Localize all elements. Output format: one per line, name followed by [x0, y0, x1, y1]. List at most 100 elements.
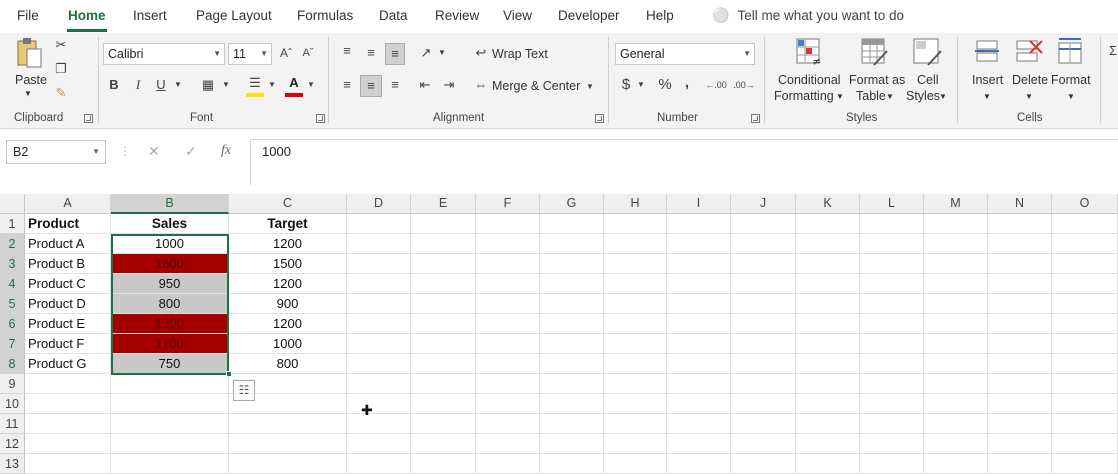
cell-j10[interactable]	[731, 394, 796, 414]
cell-i10[interactable]	[667, 394, 731, 414]
cell-k10[interactable]	[796, 394, 860, 414]
cell-o1[interactable]	[1052, 214, 1118, 234]
cell-b7[interactable]: 1100	[111, 334, 229, 354]
paste-dropdown-icon[interactable]: ▼	[24, 89, 32, 98]
column-header-g[interactable]: G	[540, 194, 604, 214]
cell-b10[interactable]	[111, 394, 229, 414]
column-header-a[interactable]: A	[25, 194, 111, 214]
cell-i5[interactable]	[667, 294, 731, 314]
clipboard-launcher-icon[interactable]	[84, 114, 93, 123]
cell-k12[interactable]	[796, 434, 860, 454]
cell-c3[interactable]: 1500	[229, 254, 347, 274]
cell-n3[interactable]	[988, 254, 1052, 274]
align-bottom-icon[interactable]: ≡	[385, 43, 405, 65]
cell-a5[interactable]: Product D	[25, 294, 111, 314]
cell-e11[interactable]	[411, 414, 476, 434]
row-header-11[interactable]: 11	[0, 414, 25, 434]
decrease-decimal-button[interactable]: .00→	[733, 75, 755, 95]
number-format-select[interactable]: General ▼	[615, 43, 755, 65]
cell-n9[interactable]	[988, 374, 1052, 394]
cell-g1[interactable]	[540, 214, 604, 234]
cell-a4[interactable]: Product C	[25, 274, 111, 294]
font-launcher-icon[interactable]	[316, 114, 325, 123]
cell-h13[interactable]	[604, 454, 667, 474]
cell-n6[interactable]	[988, 314, 1052, 334]
cell-i1[interactable]	[667, 214, 731, 234]
cell-m7[interactable]	[924, 334, 988, 354]
chevron-down-icon[interactable]: ▼	[836, 92, 844, 101]
column-header-l[interactable]: L	[860, 194, 924, 214]
cell-d8[interactable]	[347, 354, 411, 374]
cell-a11[interactable]	[25, 414, 111, 434]
menu-insert[interactable]: Insert	[133, 8, 167, 23]
currency-button[interactable]: $	[618, 75, 634, 95]
formula-input[interactable]	[250, 139, 1118, 185]
cell-l8[interactable]	[860, 354, 924, 374]
conditional-formatting-label2[interactable]: Formatting	[774, 89, 834, 103]
cell-a9[interactable]	[25, 374, 111, 394]
cell-e1[interactable]	[411, 214, 476, 234]
cell-l9[interactable]	[860, 374, 924, 394]
menu-view[interactable]: View	[503, 8, 532, 23]
chevron-down-icon[interactable]: ▼	[585, 77, 595, 97]
cell-g6[interactable]	[540, 314, 604, 334]
cell-d6[interactable]	[347, 314, 411, 334]
cell-g3[interactable]	[540, 254, 604, 274]
cell-j5[interactable]	[731, 294, 796, 314]
cell-i9[interactable]	[667, 374, 731, 394]
cell-o4[interactable]	[1052, 274, 1118, 294]
cell-e2[interactable]	[411, 234, 476, 254]
row-header-2[interactable]: 2	[0, 234, 25, 254]
cell-f13[interactable]	[476, 454, 540, 474]
cell-n2[interactable]	[988, 234, 1052, 254]
cell-h3[interactable]	[604, 254, 667, 274]
cell-e12[interactable]	[411, 434, 476, 454]
cell-f10[interactable]	[476, 394, 540, 414]
row-header-1[interactable]: 1	[0, 214, 25, 234]
cell-d11[interactable]	[347, 414, 411, 434]
font-name-select[interactable]: Calibri ▼	[103, 43, 225, 65]
cell-i6[interactable]	[667, 314, 731, 334]
cell-g13[interactable]	[540, 454, 604, 474]
cell-h12[interactable]	[604, 434, 667, 454]
cell-l10[interactable]	[860, 394, 924, 414]
chevron-down-icon[interactable]: ▼	[1025, 92, 1033, 101]
cell-f5[interactable]	[476, 294, 540, 314]
cell-k4[interactable]	[796, 274, 860, 294]
cell-l2[interactable]	[860, 234, 924, 254]
column-header-e[interactable]: E	[411, 194, 476, 214]
wrap-text-button[interactable]: Wrap Text	[492, 47, 548, 61]
underline-button[interactable]: U	[153, 75, 169, 95]
cell-a12[interactable]	[25, 434, 111, 454]
menu-file[interactable]: File	[17, 8, 39, 23]
cell-j3[interactable]	[731, 254, 796, 274]
cell-c2[interactable]: 1200	[229, 234, 347, 254]
format-painter-icon[interactable]: ✎	[52, 83, 70, 103]
cell-d2[interactable]	[347, 234, 411, 254]
italic-button[interactable]: I	[130, 75, 146, 95]
cell-d4[interactable]	[347, 274, 411, 294]
format-as-table-icon[interactable]	[860, 37, 888, 67]
cell-f11[interactable]	[476, 414, 540, 434]
cell-j8[interactable]	[731, 354, 796, 374]
column-header-f[interactable]: F	[476, 194, 540, 214]
cell-n5[interactable]	[988, 294, 1052, 314]
cell-c1[interactable]: Target	[229, 214, 347, 234]
cell-styles-icon[interactable]	[912, 37, 942, 67]
cell-o9[interactable]	[1052, 374, 1118, 394]
number-launcher-icon[interactable]	[751, 114, 760, 123]
cell-h7[interactable]	[604, 334, 667, 354]
cell-j7[interactable]	[731, 334, 796, 354]
row-header-10[interactable]: 10	[0, 394, 25, 414]
cell-a1[interactable]: Product	[25, 214, 111, 234]
cell-m6[interactable]	[924, 314, 988, 334]
cell-d1[interactable]	[347, 214, 411, 234]
cell-l6[interactable]	[860, 314, 924, 334]
select-all-corner[interactable]	[0, 194, 25, 214]
cell-g7[interactable]	[540, 334, 604, 354]
cell-b3[interactable]: 1600	[111, 254, 229, 274]
cell-n10[interactable]	[988, 394, 1052, 414]
delete-cells-button[interactable]: Delete	[1012, 73, 1048, 87]
cell-d10[interactable]	[347, 394, 411, 414]
cell-h11[interactable]	[604, 414, 667, 434]
